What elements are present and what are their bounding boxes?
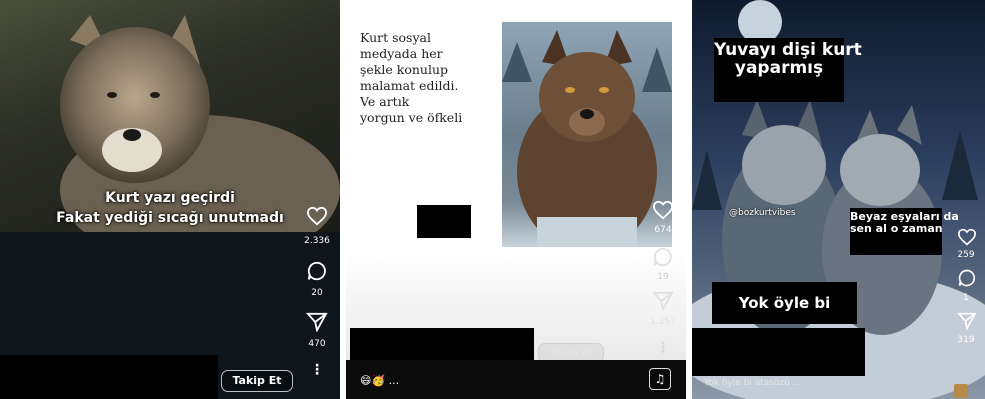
like-count: 2.336 — [304, 236, 330, 246]
comment-button[interactable] — [648, 246, 678, 271]
video-caption-line-1: Kurt yazı geçirdi — [105, 190, 235, 206]
comment-button[interactable] — [952, 268, 982, 291]
post-text-line: yorgun ve öfkeli — [360, 110, 463, 125]
more-options-icon[interactable]: ⋮ — [656, 340, 670, 356]
like-button[interactable] — [302, 206, 332, 229]
speech-label: Beyaz eşyaları da sen al o zaman — [850, 208, 959, 255]
music-thumbnail[interactable] — [954, 384, 968, 398]
wolf-photo — [502, 22, 672, 252]
redacted-region — [417, 205, 471, 238]
send-icon — [651, 291, 674, 312]
more-options-icon[interactable]: ⋮ — [310, 362, 324, 378]
share-count: 1.257 — [650, 317, 676, 327]
title-line-2: yaparmış — [734, 57, 824, 78]
comment-button[interactable] — [302, 260, 332, 285]
comment-count: 19 — [657, 272, 669, 282]
like-count: 259 — [957, 250, 975, 260]
heart-icon — [652, 200, 674, 220]
wolf-illustration — [502, 30, 672, 252]
redacted-region — [692, 328, 865, 376]
reel-panel-2: Kurt sosyal medyada her şekle konulup ma… — [346, 0, 686, 399]
post-text: Kurt sosyal medyada her şekle konulup ma… — [360, 30, 495, 126]
redacted-region — [0, 355, 218, 399]
post-text-line: medyada her — [360, 46, 443, 61]
share-count: 319 — [957, 335, 975, 345]
reel-panel-3: Yuvayı dişi kurt yaparmış @bozkurtvibes … — [692, 0, 985, 399]
post-text-line: şekle konulup — [360, 62, 449, 77]
share-button[interactable] — [952, 312, 982, 333]
send-icon — [956, 312, 977, 331]
speech-line-1: Beyaz eşyaları da — [850, 210, 959, 223]
post-caption: 😄🥳 ... — [360, 374, 400, 387]
like-button[interactable] — [952, 228, 982, 249]
video-caption-line-2: Fakat yediği sıcağı unutmadı — [56, 210, 284, 226]
post-caption: Yok öyle bi atasözü ... — [704, 378, 802, 388]
follow-button[interactable]: Takip Et — [221, 370, 293, 392]
send-icon — [305, 312, 328, 333]
heart-icon — [306, 206, 328, 226]
share-button[interactable] — [648, 291, 678, 314]
post-text-line: Ve artık — [360, 94, 410, 109]
reel-panel-1: Kurt yazı geçirdi Fakat yediği sıcağı un… — [0, 0, 340, 399]
like-count: 674 — [654, 225, 672, 235]
redacted-region — [350, 328, 534, 362]
post-text-line: malamat edildi. — [360, 78, 459, 93]
like-button[interactable] — [648, 200, 678, 223]
heart-icon — [957, 228, 977, 246]
comment-icon — [958, 269, 976, 287]
speech-line-2: sen al o zaman — [850, 221, 943, 235]
post-text-line: Kurt sosyal — [360, 30, 431, 45]
comment-count: 20 — [311, 288, 323, 298]
comment-count: 1 — [963, 293, 969, 303]
share-button[interactable] — [302, 312, 332, 335]
comment-icon — [653, 247, 672, 267]
bottom-bar: 😄🥳 ... ♫ — [346, 360, 686, 399]
title-label: Yuvayı dişi kurt yaparmış — [714, 38, 862, 102]
bottom-label: Yok öyle bi atasözü — [712, 282, 857, 354]
comment-icon — [307, 261, 326, 281]
share-count: 470 — [308, 339, 326, 349]
music-icon[interactable]: ♫ — [649, 368, 671, 390]
watermark: @bozkurtvibes — [729, 208, 796, 218]
